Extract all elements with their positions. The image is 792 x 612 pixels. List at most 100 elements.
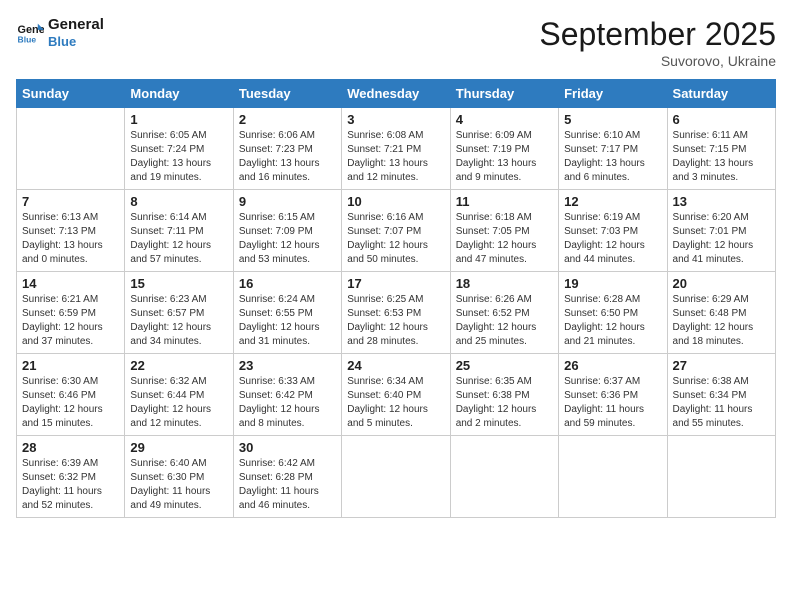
week-row-3: 14Sunrise: 6:21 AM Sunset: 6:59 PM Dayli… — [17, 272, 776, 354]
day-number: 9 — [239, 194, 336, 209]
calendar-cell: 15 Sunrise: 6:23 AM Sunset: 6:57 PM Dayli… — [125, 272, 233, 354]
week-row-5: 28 Sunrise: 6:39 AM Sunset: 6:32 PM Dayli… — [17, 436, 776, 518]
day-info: Sunrise: 6:32 AM Sunset: 6:44 PM Dayligh… — [130, 375, 227, 431]
calendar-table: SundayMondayTuesdayWednesdayThursdayFrid… — [16, 79, 776, 518]
day-number: 28 — [22, 440, 119, 455]
calendar-cell: 18Sunrise: 6:26 AM Sunset: 6:52 PM Dayli… — [450, 272, 558, 354]
calendar-cell: 2 Sunrise: 6:06 AM Sunset: 7:23 PM Daylig… — [233, 108, 341, 190]
day-number: 12 — [564, 194, 661, 209]
day-number: 30 — [239, 440, 336, 455]
calendar-cell: 3 Sunrise: 6:08 AM Sunset: 7:21 PM Daylig… — [342, 108, 450, 190]
location-subtitle: Suvorovo, Ukraine — [539, 53, 776, 69]
calendar-cell: 26 Sunrise: 6:37 AM Sunset: 6:36 PM Dayli… — [559, 354, 667, 436]
week-row-4: 21 Sunrise: 6:30 AM Sunset: 6:46 PM Dayli… — [17, 354, 776, 436]
day-number: 22 — [130, 358, 227, 373]
day-header-saturday: Saturday — [667, 80, 775, 108]
day-number: 7 — [22, 194, 119, 209]
calendar-cell: 30 Sunrise: 6:42 AM Sunset: 6:28 PM Dayli… — [233, 436, 341, 518]
day-info: Sunrise: 6:35 AM Sunset: 6:38 PM Dayligh… — [456, 375, 553, 431]
calendar-cell: 13 Sunrise: 6:20 AM Sunset: 7:01 PM Dayli… — [667, 190, 775, 272]
calendar-cell: 17 Sunrise: 6:25 AM Sunset: 6:53 PM Dayli… — [342, 272, 450, 354]
day-number: 13 — [673, 194, 770, 209]
day-header-sunday: Sunday — [17, 80, 125, 108]
day-header-wednesday: Wednesday — [342, 80, 450, 108]
day-number: 19 — [564, 276, 661, 291]
calendar-cell: 28 Sunrise: 6:39 AM Sunset: 6:32 PM Dayli… — [17, 436, 125, 518]
calendar-cell: 21 Sunrise: 6:30 AM Sunset: 6:46 PM Dayli… — [17, 354, 125, 436]
day-info: Sunrise: 6:39 AM Sunset: 6:32 PM Dayligh… — [22, 457, 119, 513]
day-info: Sunrise: 6:08 AM Sunset: 7:21 PM Dayligh… — [347, 129, 444, 185]
day-number: 15 — [130, 276, 227, 291]
calendar-cell — [450, 436, 558, 518]
calendar-cell: 19 Sunrise: 6:28 AM Sunset: 6:50 PM Dayli… — [559, 272, 667, 354]
calendar-cell: 11 Sunrise: 6:18 AM Sunset: 7:05 PM Dayli… — [450, 190, 558, 272]
day-info: Sunrise: 6:40 AM Sunset: 6:30 PM Dayligh… — [130, 457, 227, 513]
calendar-cell: 5 Sunrise: 6:10 AM Sunset: 7:17 PM Daylig… — [559, 108, 667, 190]
calendar-cell: 12 Sunrise: 6:19 AM Sunset: 7:03 PM Dayli… — [559, 190, 667, 272]
logo: General Blue General Blue — [16, 16, 104, 50]
day-info: Sunrise: 6:20 AM Sunset: 7:01 PM Dayligh… — [673, 211, 770, 267]
day-number: 10 — [347, 194, 444, 209]
calendar-cell: 8Sunrise: 6:14 AM Sunset: 7:11 PM Daylig… — [125, 190, 233, 272]
day-number: 14 — [22, 276, 119, 291]
day-info: Sunrise: 6:18 AM Sunset: 7:05 PM Dayligh… — [456, 211, 553, 267]
day-number: 3 — [347, 112, 444, 127]
week-row-2: 7 Sunrise: 6:13 AM Sunset: 7:13 PM Daylig… — [17, 190, 776, 272]
calendar-cell: 29 Sunrise: 6:40 AM Sunset: 6:30 PM Dayli… — [125, 436, 233, 518]
day-info: Sunrise: 6:16 AM Sunset: 7:07 PM Dayligh… — [347, 211, 444, 267]
day-number: 26 — [564, 358, 661, 373]
calendar-cell: 10 Sunrise: 6:16 AM Sunset: 7:07 PM Dayli… — [342, 190, 450, 272]
calendar-cell — [17, 108, 125, 190]
calendar-cell: 20Sunrise: 6:29 AM Sunset: 6:48 PM Dayli… — [667, 272, 775, 354]
day-info: Sunrise: 6:10 AM Sunset: 7:17 PM Dayligh… — [564, 129, 661, 185]
day-info: Sunrise: 6:37 AM Sunset: 6:36 PM Dayligh… — [564, 375, 661, 431]
calendar-cell: 7 Sunrise: 6:13 AM Sunset: 7:13 PM Daylig… — [17, 190, 125, 272]
day-number: 29 — [130, 440, 227, 455]
day-info: Sunrise: 6:28 AM Sunset: 6:50 PM Dayligh… — [564, 293, 661, 349]
calendar-cell: 16 Sunrise: 6:24 AM Sunset: 6:55 PM Dayli… — [233, 272, 341, 354]
day-info: Sunrise: 6:14 AM Sunset: 7:11 PM Dayligh… — [130, 211, 227, 267]
day-info: Sunrise: 6:11 AM Sunset: 7:15 PM Dayligh… — [673, 129, 770, 185]
day-info: Sunrise: 6:25 AM Sunset: 6:53 PM Dayligh… — [347, 293, 444, 349]
title-block: September 2025 Suvorovo, Ukraine — [539, 16, 776, 69]
day-info: Sunrise: 6:13 AM Sunset: 7:13 PM Dayligh… — [22, 211, 119, 267]
day-info: Sunrise: 6:06 AM Sunset: 7:23 PM Dayligh… — [239, 129, 336, 185]
day-header-monday: Monday — [125, 80, 233, 108]
day-number: 23 — [239, 358, 336, 373]
calendar-cell: 9 Sunrise: 6:15 AM Sunset: 7:09 PM Daylig… — [233, 190, 341, 272]
calendar-cell: 27 Sunrise: 6:38 AM Sunset: 6:34 PM Dayli… — [667, 354, 775, 436]
day-number: 25 — [456, 358, 553, 373]
day-info: Sunrise: 6:19 AM Sunset: 7:03 PM Dayligh… — [564, 211, 661, 267]
day-number: 16 — [239, 276, 336, 291]
calendar-cell: 22 Sunrise: 6:32 AM Sunset: 6:44 PM Dayli… — [125, 354, 233, 436]
day-number: 27 — [673, 358, 770, 373]
day-number: 1 — [130, 112, 227, 127]
day-number: 6 — [673, 112, 770, 127]
day-number: 11 — [456, 194, 553, 209]
calendar-cell: 6 Sunrise: 6:11 AM Sunset: 7:15 PM Daylig… — [667, 108, 775, 190]
day-number: 21 — [22, 358, 119, 373]
days-header-row: SundayMondayTuesdayWednesdayThursdayFrid… — [17, 80, 776, 108]
day-number: 17 — [347, 276, 444, 291]
day-info: Sunrise: 6:30 AM Sunset: 6:46 PM Dayligh… — [22, 375, 119, 431]
day-number: 20 — [673, 276, 770, 291]
logo-icon: General Blue — [16, 19, 44, 47]
day-info: Sunrise: 6:33 AM Sunset: 6:42 PM Dayligh… — [239, 375, 336, 431]
day-info: Sunrise: 6:23 AM Sunset: 6:57 PM Dayligh… — [130, 293, 227, 349]
calendar-cell — [667, 436, 775, 518]
day-info: Sunrise: 6:42 AM Sunset: 6:28 PM Dayligh… — [239, 457, 336, 513]
day-number: 5 — [564, 112, 661, 127]
calendar-cell: 23 Sunrise: 6:33 AM Sunset: 6:42 PM Dayli… — [233, 354, 341, 436]
day-number: 2 — [239, 112, 336, 127]
logo-general: General — [48, 16, 104, 33]
calendar-cell: 14Sunrise: 6:21 AM Sunset: 6:59 PM Dayli… — [17, 272, 125, 354]
day-number: 18 — [456, 276, 553, 291]
day-info: Sunrise: 6:15 AM Sunset: 7:09 PM Dayligh… — [239, 211, 336, 267]
calendar-cell: 1Sunrise: 6:05 AM Sunset: 7:24 PM Daylig… — [125, 108, 233, 190]
week-row-1: 1Sunrise: 6:05 AM Sunset: 7:24 PM Daylig… — [17, 108, 776, 190]
day-info: Sunrise: 6:38 AM Sunset: 6:34 PM Dayligh… — [673, 375, 770, 431]
day-info: Sunrise: 6:24 AM Sunset: 6:55 PM Dayligh… — [239, 293, 336, 349]
day-number: 4 — [456, 112, 553, 127]
logo-blue: Blue — [48, 34, 76, 49]
month-title: September 2025 — [539, 16, 776, 53]
